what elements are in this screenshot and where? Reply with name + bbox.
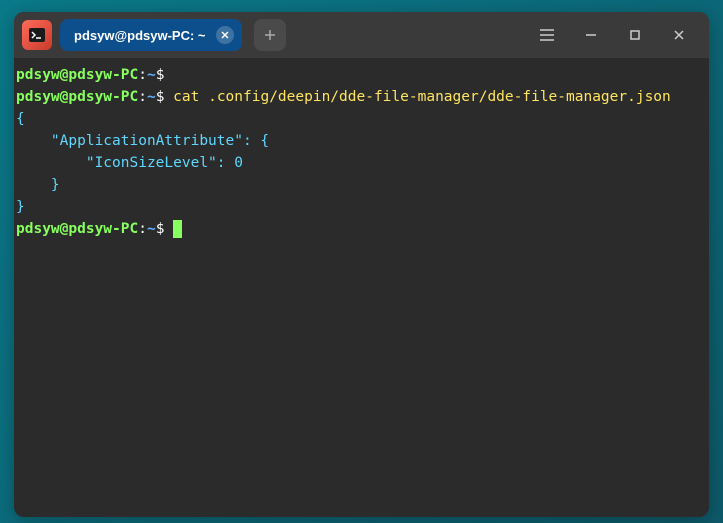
prompt-host: pdsyw-PC bbox=[68, 89, 138, 105]
new-tab-button[interactable] bbox=[254, 19, 286, 51]
menu-button[interactable] bbox=[525, 13, 569, 57]
terminal-app-icon bbox=[22, 20, 52, 50]
prompt-path: ~ bbox=[147, 221, 156, 237]
prompt-host: pdsyw-PC bbox=[68, 67, 138, 83]
prompt-path: ~ bbox=[147, 67, 156, 83]
close-icon bbox=[672, 28, 686, 42]
prompt-symbol: $ bbox=[156, 221, 165, 237]
minimize-icon bbox=[584, 28, 598, 42]
tab-close-button[interactable] bbox=[216, 26, 234, 44]
prompt-colon: : bbox=[138, 89, 147, 105]
tab-title: pdsyw@pdsyw-PC: ~ bbox=[74, 28, 206, 43]
output-line: { bbox=[16, 111, 25, 127]
tab-active[interactable]: pdsyw@pdsyw-PC: ~ bbox=[60, 19, 242, 51]
command-cat: cat .config/deepin/dde-file-manager/dde-… bbox=[173, 89, 671, 105]
close-icon bbox=[221, 31, 229, 39]
plus-icon bbox=[263, 28, 277, 42]
output-line: "IconSizeLevel": 0 bbox=[16, 155, 243, 171]
prompt-host: pdsyw-PC bbox=[68, 221, 138, 237]
maximize-icon bbox=[628, 28, 642, 42]
output-line: } bbox=[16, 199, 25, 215]
terminal-content[interactable]: pdsyw@pdsyw-PC:~$ pdsyw@pdsyw-PC:~$ cat … bbox=[14, 58, 709, 517]
output-line: "ApplicationAttribute": { bbox=[16, 133, 269, 149]
prompt-colon: : bbox=[138, 221, 147, 237]
prompt-symbol: $ bbox=[156, 89, 165, 105]
terminal-window: pdsyw@pdsyw-PC: ~ bbox=[14, 12, 709, 517]
prompt-user: pdsyw bbox=[16, 89, 60, 105]
output-line: } bbox=[16, 177, 60, 193]
terminal-icon bbox=[28, 26, 46, 44]
hamburger-icon bbox=[539, 29, 555, 41]
prompt-user: pdsyw bbox=[16, 221, 60, 237]
close-window-button[interactable] bbox=[657, 13, 701, 57]
prompt-symbol: $ bbox=[156, 67, 165, 83]
maximize-button[interactable] bbox=[613, 13, 657, 57]
prompt-user: pdsyw bbox=[16, 67, 60, 83]
prompt-path: ~ bbox=[147, 89, 156, 105]
cursor bbox=[173, 220, 182, 238]
minimize-button[interactable] bbox=[569, 13, 613, 57]
titlebar: pdsyw@pdsyw-PC: ~ bbox=[14, 12, 709, 58]
prompt-colon: : bbox=[138, 67, 147, 83]
